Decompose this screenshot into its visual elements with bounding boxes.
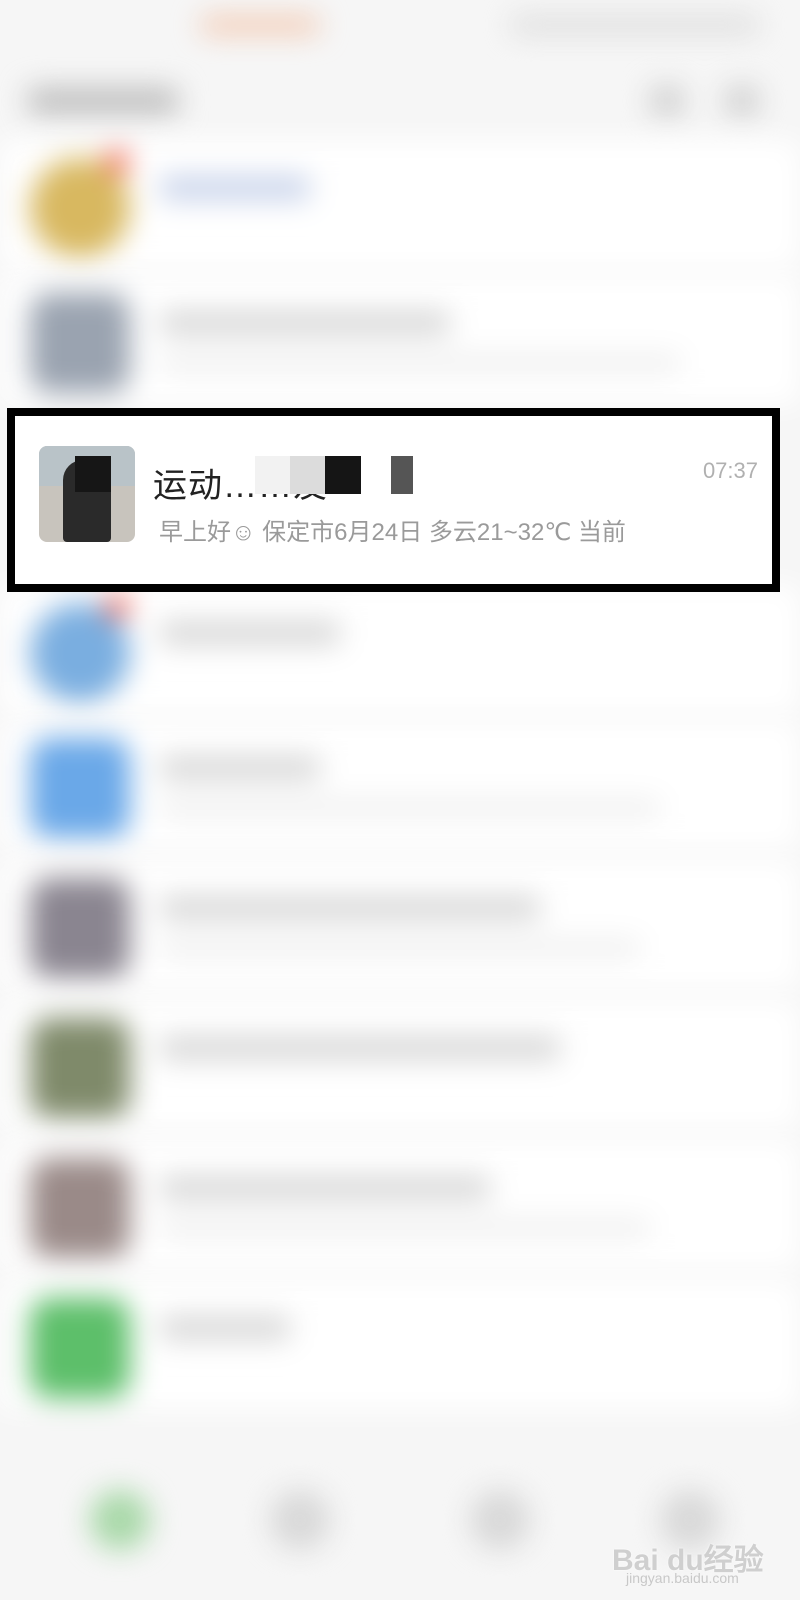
status-indicator (200, 16, 320, 34)
chat-preview: 早上好☺ 保定市6月24日 多云21~32℃ 当前 (159, 519, 626, 546)
privacy-mask (391, 456, 413, 494)
avatar (30, 293, 130, 393)
unread-badge (105, 150, 129, 174)
chat-row[interactable] (0, 720, 800, 850)
header-title (28, 88, 178, 114)
avatar (30, 878, 130, 978)
chat-name (160, 1036, 560, 1060)
chat-name (160, 1176, 490, 1200)
avatar (30, 738, 130, 838)
chat-preview (160, 1220, 650, 1236)
chat-row[interactable] (0, 1000, 800, 1130)
chat-name (160, 621, 340, 645)
chat-name (160, 756, 320, 780)
chat-name (160, 311, 450, 335)
unread-badge (105, 595, 129, 619)
chat-row[interactable] (0, 1280, 800, 1410)
privacy-mask (255, 456, 295, 494)
avatar (30, 1298, 130, 1398)
chat-name (160, 1316, 290, 1340)
avatar (39, 446, 135, 542)
chat-time: 07:37 (702, 458, 758, 483)
search-icon[interactable] (650, 86, 684, 116)
chat-row[interactable] (0, 1140, 800, 1270)
chat-preview (160, 940, 640, 956)
chat-name (160, 896, 540, 920)
chat-row[interactable] (0, 585, 800, 715)
status-icons (510, 16, 760, 34)
chat-name (160, 176, 310, 200)
avatar (30, 1158, 130, 1258)
highlight-frame: 运动……友 07:37 早上好☺ 保定市6月24日 多云21~32℃ 当前 (7, 408, 780, 592)
nav-chats-icon[interactable] (90, 1490, 150, 1550)
add-icon[interactable] (725, 86, 759, 116)
chat-preview (160, 355, 680, 371)
watermark-url: jingyan.baidu.com (626, 1570, 739, 1586)
chat-row[interactable] (0, 860, 800, 990)
chat-row[interactable] (0, 140, 800, 270)
status-bar (0, 0, 800, 50)
chat-row-highlighted[interactable]: 运动……友 07:37 早上好☺ 保定市6月24日 多云21~32℃ 当前 (15, 416, 772, 584)
app-header (0, 70, 800, 130)
privacy-mask (290, 456, 326, 494)
chat-preview (160, 800, 660, 816)
avatar (30, 1018, 130, 1118)
nav-discover-icon[interactable] (470, 1490, 530, 1550)
preview-fade (632, 506, 772, 546)
chat-row[interactable] (0, 275, 800, 405)
privacy-mask (325, 456, 361, 494)
nav-contacts-icon[interactable] (270, 1490, 330, 1550)
